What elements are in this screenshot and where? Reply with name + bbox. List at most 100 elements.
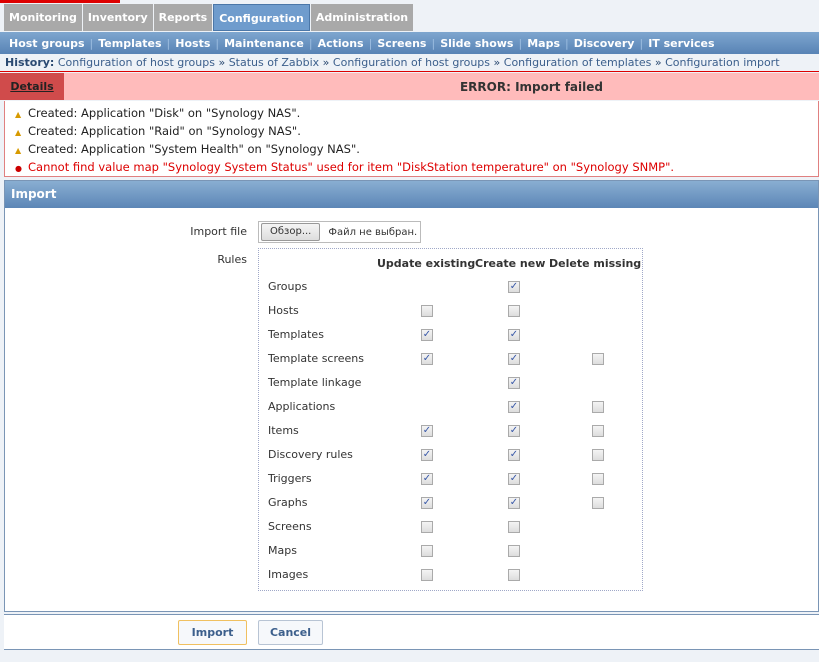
import-file-label: Import file [190,225,247,238]
checkbox-delete[interactable] [592,425,604,437]
error-header: Details ERROR: Import failed [0,73,819,100]
rules-table: Update existing Create new Delete missin… [258,248,643,591]
subnav-templates[interactable]: Templates [93,37,166,50]
checkbox-delete[interactable] [592,497,604,509]
rule-row: Items ✓ ✓ [268,423,638,439]
browse-button[interactable]: Обзор... [261,223,321,241]
checkbox-create[interactable]: ✓ [508,401,520,413]
checkbox-update[interactable] [421,305,433,317]
checkbox-create[interactable]: ✓ [508,377,520,389]
checkbox-delete[interactable] [592,401,604,413]
history-link[interactable]: Status of Zabbix [229,56,319,69]
import-form: Import Import file Обзор... Файл не выбр… [4,180,819,612]
rule-row: Templates ✓ ✓ [268,327,638,343]
history-label: History: [5,56,55,69]
rule-row: Applications ✓ [268,399,638,415]
rule-name: Applications [268,400,336,413]
checkbox-create[interactable]: ✓ [508,425,520,437]
message-text: Created: Application "Raid" on "Synology… [28,124,301,138]
rule-name: Hosts [268,304,299,317]
tab-inventory[interactable]: Inventory [82,4,153,31]
checkbox-update[interactable]: ✓ [421,497,433,509]
checkbox-create[interactable]: ✓ [508,473,520,485]
column-create-new: Create new [475,257,546,270]
checkbox-create[interactable] [508,545,520,557]
message-list: ▲ Created: Application "Disk" on "Synolog… [4,101,819,177]
rule-name: Items [268,424,299,437]
history-link[interactable]: Configuration of host groups [333,56,490,69]
history-separator: » [490,56,504,69]
checkbox-create[interactable] [508,521,520,533]
message-text: Created: Application "Disk" on "Synology… [28,106,301,120]
rule-row: Triggers ✓ ✓ [268,471,638,487]
sub-menu: Host groups | Templates | Hosts | Maintenance |… [0,32,819,54]
history-separator: » [214,56,229,69]
error-icon: ● [15,164,22,173]
history-link[interactable]: Configuration of host groups [58,56,215,69]
checkbox-update[interactable] [421,545,433,557]
rule-name: Templates [268,328,324,341]
rule-row: Groups ✓ [268,279,638,295]
import-button[interactable]: Import [178,620,247,645]
checkbox-update[interactable]: ✓ [421,473,433,485]
subnav-host-groups[interactable]: Host groups [4,37,90,50]
checkbox-update[interactable] [421,569,433,581]
checkbox-create[interactable]: ✓ [508,281,520,293]
rule-name: Template screens [268,352,364,365]
subnav-maps[interactable]: Maps [522,37,565,50]
rule-name: Screens [268,520,312,533]
checkbox-create[interactable]: ✓ [508,353,520,365]
rule-name: Maps [268,544,297,557]
checkbox-create[interactable]: ✓ [508,497,520,509]
checkbox-create[interactable] [508,305,520,317]
subnav-it-services[interactable]: IT services [643,37,719,50]
rule-name: Graphs [268,496,308,509]
rules-label: Rules [217,253,247,266]
rule-name: Images [268,568,309,581]
subnav-screens[interactable]: Screens [372,37,431,50]
checkbox-update[interactable] [421,521,433,533]
rule-row: Graphs ✓ ✓ [268,495,638,511]
message-item: ▲ Created: Application "System Health" on… [15,140,818,158]
checkbox-create[interactable]: ✓ [508,329,520,341]
history-breadcrumb: History: Configuration of host groups » … [0,54,819,72]
column-update-existing: Update existing [377,257,476,270]
checkbox-create[interactable]: ✓ [508,449,520,461]
rule-name: Discovery rules [268,448,353,461]
tab-administration[interactable]: Administration [310,4,414,31]
checkbox-update[interactable]: ✓ [421,425,433,437]
history-link[interactable]: Configuration of templates [504,56,652,69]
details-link[interactable]: Details [0,73,64,100]
tab-reports[interactable]: Reports [153,4,213,31]
subnav-slide-shows[interactable]: Slide shows [435,37,518,50]
rule-row: Template linkage ✓ [268,375,638,391]
rule-row: Screens [268,519,638,535]
checkbox-update[interactable]: ✓ [421,353,433,365]
import-file-input[interactable]: Обзор... Файл не выбран. [258,221,421,243]
checkbox-delete[interactable] [592,473,604,485]
rule-row: Hosts [268,303,638,319]
rule-name: Triggers [268,472,312,485]
subnav-actions[interactable]: Actions [313,37,369,50]
history-link[interactable]: Configuration import [665,56,779,69]
cancel-button[interactable]: Cancel [258,620,323,645]
rule-name: Groups [268,280,308,293]
message-text: Cannot find value map "Synology System S… [28,160,675,174]
checkbox-update[interactable]: ✓ [421,329,433,341]
subnav-hosts[interactable]: Hosts [170,37,215,50]
subnav-maintenance[interactable]: Maintenance [219,37,309,50]
checkbox-delete[interactable] [592,449,604,461]
checkbox-delete[interactable] [592,353,604,365]
tab-monitoring[interactable]: Monitoring [4,4,82,31]
rule-row: Images [268,567,638,583]
form-footer: Import Cancel [4,614,819,650]
checkbox-update[interactable]: ✓ [421,449,433,461]
message-item: ● Cannot find value map "Synology System … [15,158,818,176]
tab-configuration[interactable]: Configuration [213,4,310,31]
checkbox-create[interactable] [508,569,520,581]
rule-name: Template linkage [268,376,362,389]
subnav-discovery[interactable]: Discovery [569,37,640,50]
message-text: Created: Application "System Health" on … [28,142,360,156]
error-title: ERROR: Import failed [459,79,603,94]
rule-row: Discovery rules ✓ ✓ [268,447,638,463]
